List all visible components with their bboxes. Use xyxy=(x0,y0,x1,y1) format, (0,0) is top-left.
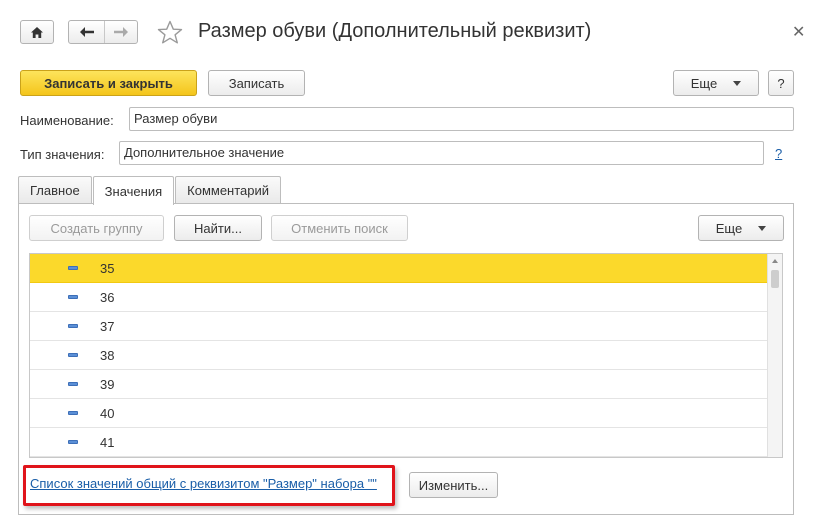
chevron-down-icon xyxy=(733,80,742,86)
item-marker-icon xyxy=(68,324,78,328)
name-label: Наименование: xyxy=(20,113,114,128)
change-button[interactable]: Изменить... xyxy=(409,472,498,498)
item-marker-icon xyxy=(68,382,78,386)
tab-values[interactable]: Значения xyxy=(92,176,175,205)
save-button[interactable]: Записать xyxy=(208,70,305,96)
find-button[interactable]: Найти... xyxy=(174,215,262,241)
values-more-menu-label: Еще xyxy=(715,220,743,236)
list-item[interactable]: 36 xyxy=(30,283,768,312)
list-item-value: 39 xyxy=(100,376,115,392)
item-marker-icon xyxy=(68,440,78,444)
value-type-label: Тип значения: xyxy=(20,147,105,162)
list-item[interactable]: 39 xyxy=(30,370,768,399)
name-field[interactable]: Размер обуви xyxy=(129,107,794,131)
more-menu-label: Еще xyxy=(690,75,718,91)
more-menu-button[interactable]: Еще xyxy=(673,70,759,96)
list-item[interactable]: 37 xyxy=(30,312,768,341)
item-marker-icon xyxy=(68,353,78,357)
list-item-value: 40 xyxy=(100,405,115,421)
scroll-thumb[interactable] xyxy=(771,270,779,288)
item-marker-icon xyxy=(68,411,78,415)
item-marker-icon xyxy=(68,266,78,270)
help-button[interactable]: ? xyxy=(768,70,794,96)
home-button[interactable] xyxy=(20,20,54,44)
list-item-value: 35 xyxy=(100,260,115,276)
back-button[interactable] xyxy=(69,21,104,43)
arrow-left-icon xyxy=(79,27,94,37)
arrow-right-icon xyxy=(114,27,128,37)
list-item-value: 36 xyxy=(100,289,115,305)
chevron-down-icon xyxy=(758,225,767,231)
scroll-up-icon[interactable] xyxy=(772,259,778,263)
list-scrollbar[interactable] xyxy=(767,254,782,457)
shared-values-link[interactable]: Список значений общий с реквизитом "Разм… xyxy=(30,476,377,491)
value-type-field[interactable]: Дополнительное значение xyxy=(119,141,764,165)
close-icon[interactable]: ✕ xyxy=(792,22,805,42)
list-item-value: 41 xyxy=(100,434,115,450)
create-group-button[interactable]: Создать группу xyxy=(29,215,164,241)
values-list: 35 36 37 38 39 40 41 xyxy=(29,253,783,458)
value-type-help-link[interactable]: ? xyxy=(775,146,782,161)
list-item-value: 38 xyxy=(100,347,115,363)
list-item[interactable]: 35 xyxy=(30,254,768,283)
window-title: Размер обуви (Дополнительный реквизит) xyxy=(198,20,592,42)
tab-bar: Главное Значения Комментарий xyxy=(18,176,282,205)
save-and-close-button[interactable]: Записать и закрыть xyxy=(20,70,197,96)
list-item[interactable]: 41 xyxy=(30,428,768,457)
home-icon xyxy=(31,26,43,38)
values-more-menu-button[interactable]: Еще xyxy=(698,215,784,241)
history-nav xyxy=(68,20,138,44)
list-item[interactable]: 40 xyxy=(30,399,768,428)
list-item[interactable]: 38 xyxy=(30,341,768,370)
cancel-search-button[interactable]: Отменить поиск xyxy=(271,215,408,241)
list-item-value: 37 xyxy=(100,318,115,334)
star-icon[interactable] xyxy=(157,20,183,45)
tab-main[interactable]: Главное xyxy=(18,176,92,204)
forward-button[interactable] xyxy=(104,21,137,43)
tab-comment[interactable]: Комментарий xyxy=(175,176,282,204)
item-marker-icon xyxy=(68,295,78,299)
